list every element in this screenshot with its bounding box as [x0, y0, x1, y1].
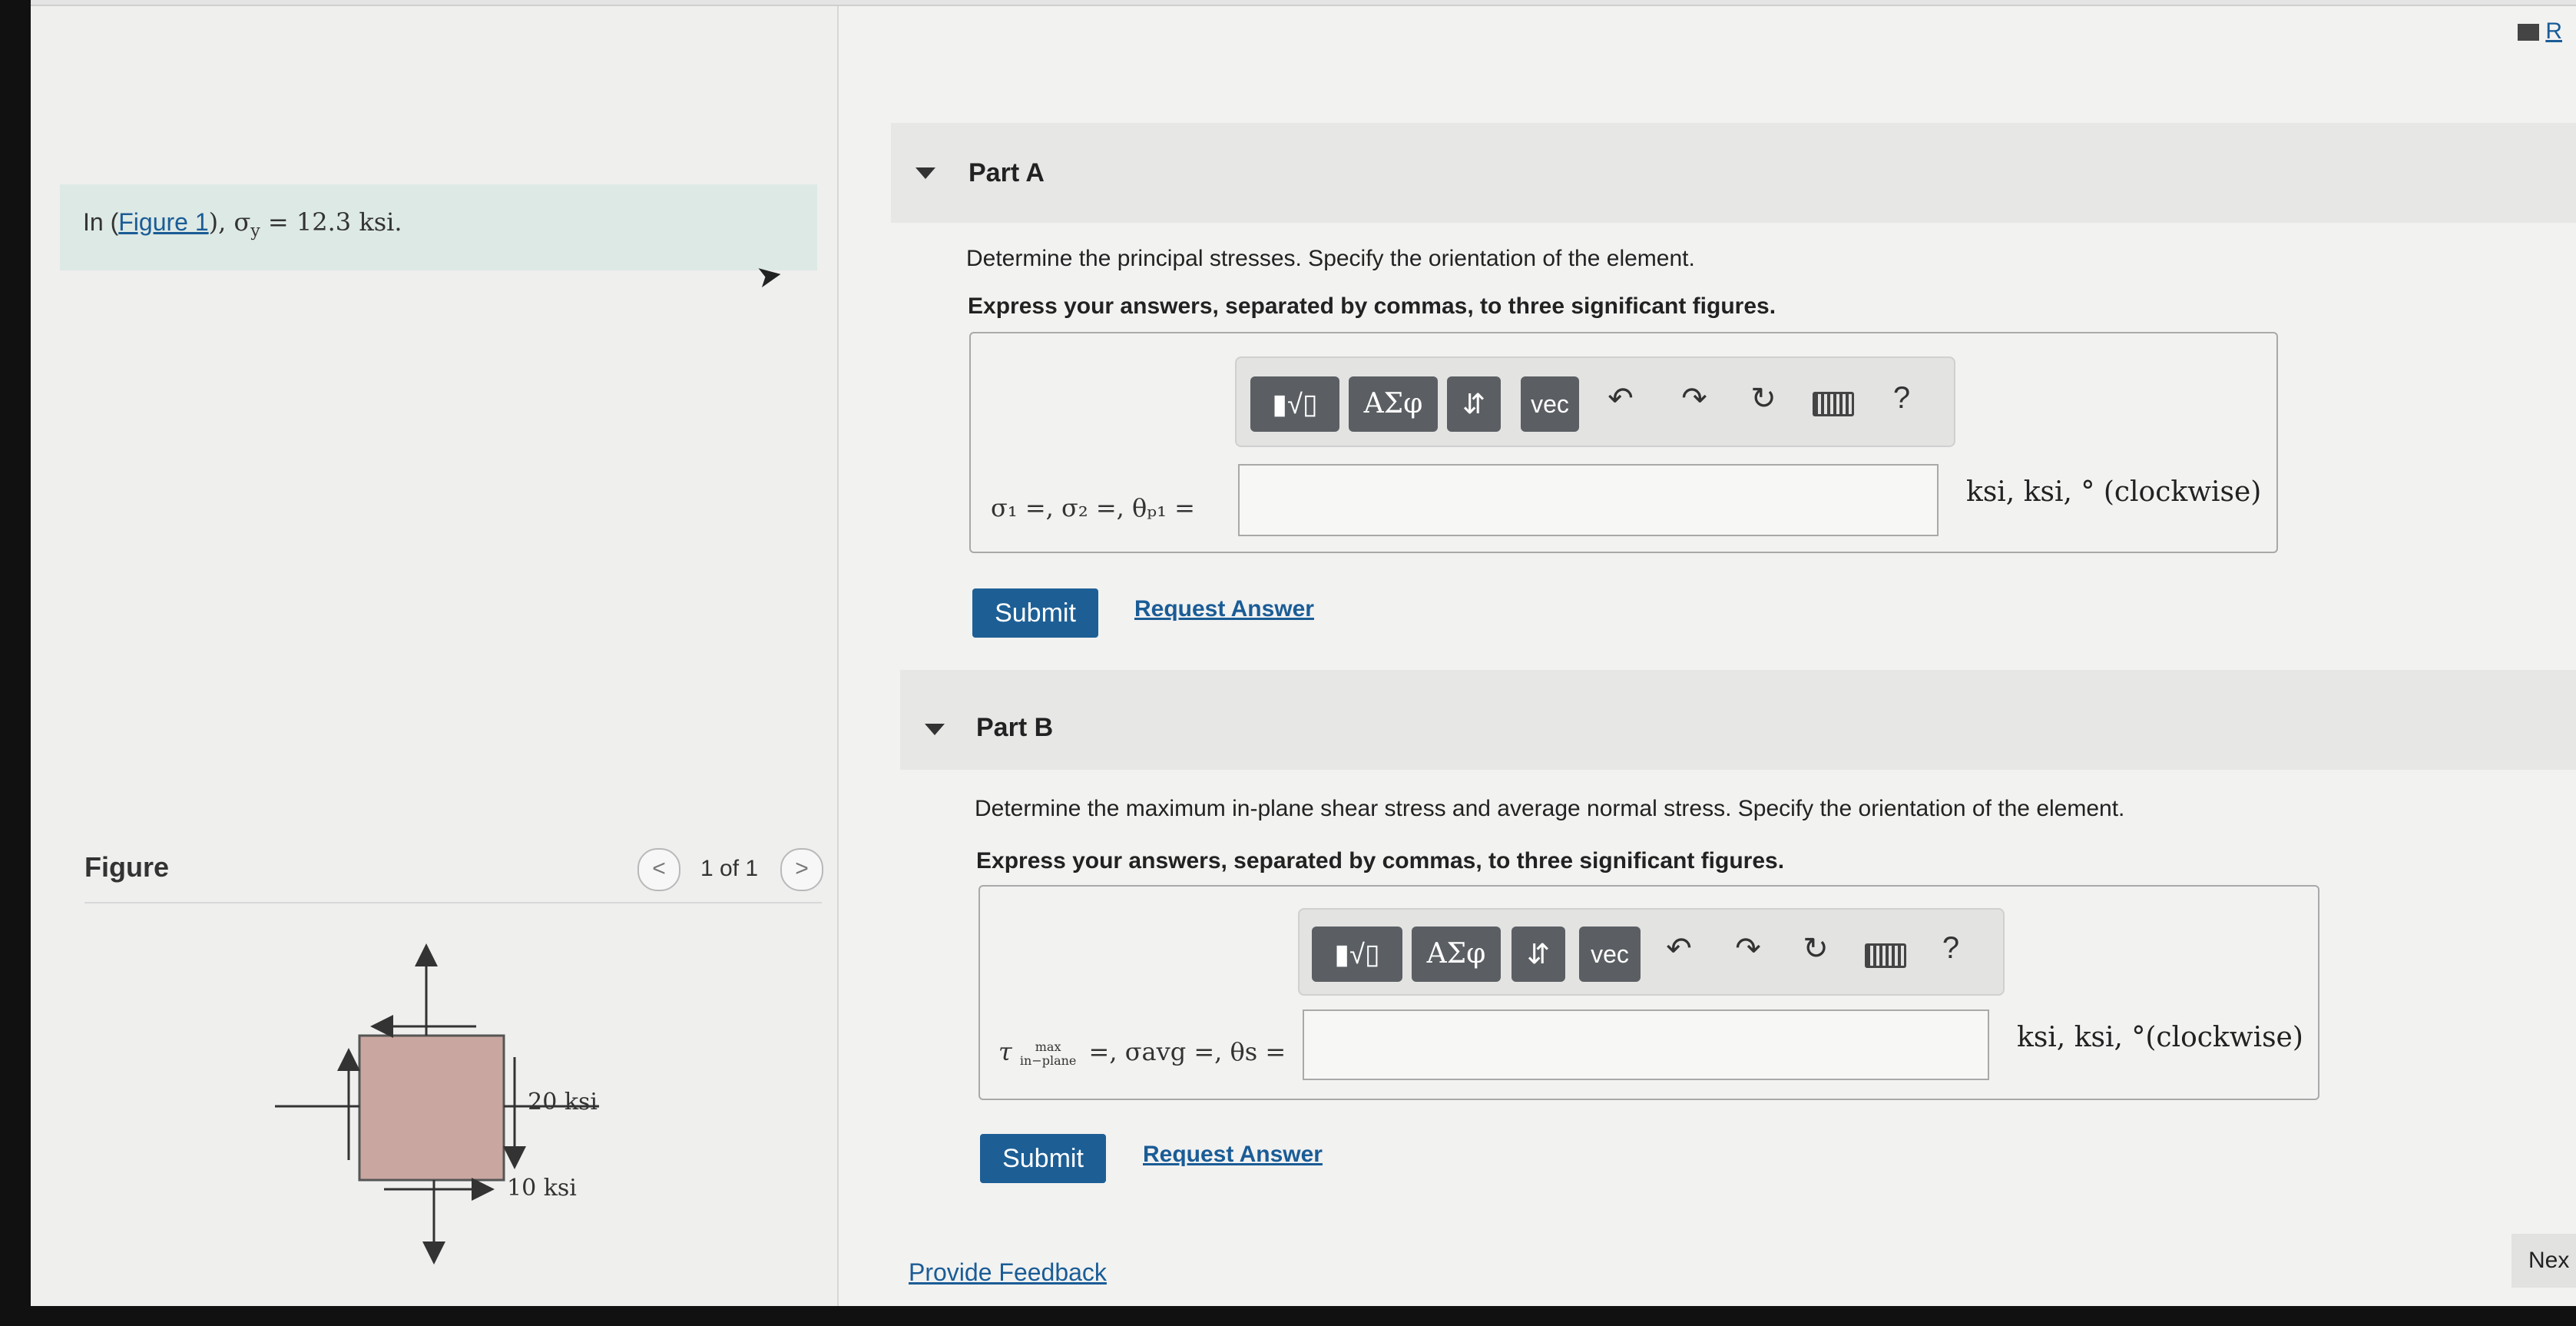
top-rule: [31, 0, 2576, 6]
chevron-right-icon: >: [795, 856, 809, 881]
problem-sigma-sub: y: [250, 221, 260, 241]
right-stress-label: 20 ksi: [528, 1089, 598, 1115]
part-a-redo-icon[interactable]: ↷: [1671, 381, 1717, 416]
part-a-undo-icon[interactable]: ↶: [1598, 381, 1644, 416]
part-b-reset-icon[interactable]: ↻: [1793, 931, 1839, 966]
part-a-reset-icon[interactable]: ↻: [1740, 381, 1786, 416]
top-right-tools[interactable]: R: [2518, 18, 2562, 45]
answer-label-rest: =, σavg =, θs =: [1088, 1037, 1286, 1066]
part-a-greek-button[interactable]: ΑΣφ: [1349, 376, 1438, 432]
part-a-vec-button[interactable]: vec: [1521, 376, 1579, 432]
part-b-vec-button[interactable]: vec: [1579, 927, 1641, 982]
tau-symbol: τ: [998, 1037, 1012, 1066]
part-a-header[interactable]: [891, 123, 2576, 223]
part-a-keyboard-icon[interactable]: [1813, 392, 1854, 420]
next-button[interactable]: Nex: [2511, 1234, 2576, 1288]
provide-feedback-link[interactable]: Provide Feedback: [909, 1258, 1107, 1287]
problem-sigma: ), σ: [208, 207, 251, 237]
problem-prefix: In (: [83, 208, 119, 236]
part-a-request-answer-link[interactable]: Request Answer: [1134, 596, 1314, 622]
stress-element: [358, 1034, 505, 1182]
part-a-help-icon[interactable]: ?: [1879, 381, 1925, 416]
problem-value: = 12.3 ksi.: [260, 207, 402, 237]
part-b-undo-icon[interactable]: ↶: [1656, 931, 1702, 966]
part-b-help-icon[interactable]: ?: [1928, 931, 1974, 966]
bottom-stress-label: 10 ksi: [507, 1175, 577, 1202]
part-b-keyboard-icon[interactable]: [1865, 943, 1906, 972]
part-b-request-answer-link[interactable]: Request Answer: [1143, 1142, 1323, 1168]
part-b-title: Part B: [976, 713, 1054, 742]
part-b-instruction: Express your answers, separated by comma…: [976, 848, 1785, 874]
figure-prev-button[interactable]: <: [637, 848, 680, 891]
part-b-templates-button[interactable]: ▮√▯: [1312, 927, 1402, 982]
part-a-arrows-button[interactable]: ⇵: [1447, 376, 1501, 432]
book-icon[interactable]: [2518, 24, 2540, 41]
figure-link[interactable]: Figure 1: [118, 208, 208, 236]
part-b-arrows-button[interactable]: ⇵: [1511, 927, 1565, 982]
part-b-units: ksi, ksi, °(clockwise): [2017, 1022, 2303, 1053]
screen-bezel-left: [0, 0, 31, 1326]
part-b-answer-label: τ max in−plane =, σavg =, θs =: [998, 1037, 1286, 1068]
part-a-answer-label: σ₁ =, σ₂ =, θₚ₁ =: [991, 493, 1195, 522]
part-b-collapse-icon[interactable]: [925, 724, 945, 735]
chevron-left-icon: <: [652, 856, 666, 881]
figure-title: Figure: [84, 851, 170, 883]
figure-next-button[interactable]: >: [780, 848, 823, 891]
part-b-redo-icon[interactable]: ↷: [1725, 931, 1771, 966]
part-a-templates-button[interactable]: ▮√▯: [1250, 376, 1339, 432]
part-a-units: ksi, ksi, ° (clockwise): [1966, 476, 2262, 508]
part-a-question: Determine the principal stresses. Specif…: [966, 246, 1695, 271]
part-b-header[interactable]: [900, 670, 2576, 770]
figure-divider: [84, 902, 822, 903]
part-b-answer-input[interactable]: [1303, 1009, 1989, 1080]
part-a-title: Part A: [968, 158, 1045, 187]
tau-superscript: max: [1035, 1039, 1061, 1054]
top-right-link[interactable]: R: [2545, 18, 2562, 44]
part-a-submit-button[interactable]: Submit: [972, 588, 1098, 638]
part-a-answer-input[interactable]: [1238, 464, 1939, 536]
part-b-submit-button[interactable]: Submit: [980, 1134, 1106, 1183]
screen-bezel-bottom: [0, 1306, 2576, 1326]
tau-subscript: in−plane: [1019, 1053, 1077, 1068]
part-a-instruction: Express your answers, separated by comma…: [968, 293, 1776, 319]
part-a-collapse-icon[interactable]: [916, 167, 935, 179]
figure-pager: 1 of 1: [700, 856, 759, 881]
part-b-question: Determine the maximum in-plane shear str…: [975, 796, 2125, 821]
part-b-greek-button[interactable]: ΑΣφ: [1412, 927, 1501, 982]
problem-statement: In (Figure 1), σy = 12.3 ksi.: [83, 207, 402, 240]
stress-element-figure: 20 ksi 10 ksi: [275, 943, 599, 1265]
